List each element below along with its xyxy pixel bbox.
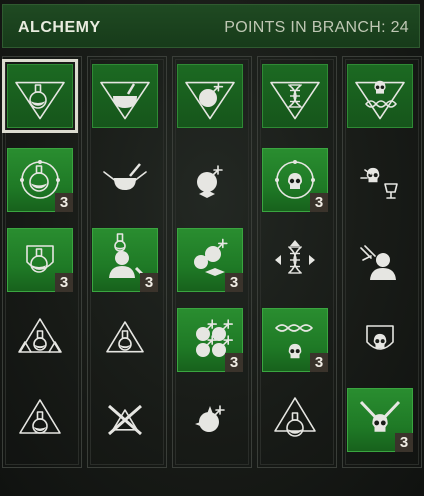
dna-arrows-icon	[275, 240, 315, 274]
bomb-icon	[185, 81, 235, 120]
alchemy-skill-panel: ALCHEMY POINTS IN BRANCH: 24 3 3 3 3 3 3 3 3	[0, 0, 424, 496]
bust-arrows-icon	[360, 245, 396, 280]
skill-level-badge: 3	[55, 193, 73, 212]
skill-tile-r3-c5[interactable]	[347, 308, 413, 372]
skill-tile-r1-c4[interactable]: 3	[262, 148, 328, 212]
skull-shield-icon	[366, 325, 394, 350]
skill-tile-r3-c2[interactable]	[92, 308, 158, 372]
flask-triangle-icon	[274, 397, 316, 437]
skill-tile-r4-c1[interactable]	[7, 388, 73, 452]
crossed-blades-icon	[108, 404, 142, 436]
skill-tile-r2-c3[interactable]: 3	[177, 228, 243, 292]
branch-header-tile-3[interactable]	[177, 64, 243, 128]
skill-level-badge: 3	[225, 273, 243, 292]
skill-tile-r3-c4[interactable]: 3	[262, 308, 328, 372]
dna-icon	[270, 81, 320, 120]
bomb-spark-icon	[197, 165, 223, 198]
bomb-star-icon	[195, 405, 225, 432]
skill-tile-r4-c2[interactable]	[92, 388, 158, 452]
branch-header-tile-4[interactable]	[262, 64, 328, 128]
skill-level-badge: 3	[310, 353, 328, 372]
potion-flask-icon	[15, 81, 65, 120]
skill-tile-r1-c3[interactable]	[177, 148, 243, 212]
skill-tile-r4-c5[interactable]: 3	[347, 388, 413, 452]
points-in-branch: POINTS IN BRANCH: 24	[224, 19, 409, 36]
mortar-pestle-icon	[103, 163, 147, 190]
skill-tile-r1-c5[interactable]	[347, 148, 413, 212]
skill-level-badge: 3	[225, 353, 243, 372]
skull-goblet-icon	[360, 167, 398, 199]
branch-header-tile-5[interactable]	[347, 64, 413, 128]
mortar-icon	[100, 81, 150, 120]
branch-header-tile-1[interactable]	[2, 59, 78, 133]
skill-level-badge: 3	[140, 273, 158, 292]
potion-triangle-small-icon	[106, 321, 144, 353]
skill-level-badge: 3	[395, 433, 413, 452]
skill-tile-r4-c3[interactable]	[177, 388, 243, 452]
skill-tile-r1-c1[interactable]: 3	[7, 148, 73, 212]
skill-tile-r3-c1[interactable]	[7, 308, 73, 372]
skill-tile-r4-c4[interactable]	[262, 388, 328, 452]
branch-title: ALCHEMY	[18, 19, 101, 36]
branch-header: ALCHEMY POINTS IN BRANCH: 24	[2, 4, 420, 48]
skill-tile-r2-c5[interactable]	[347, 228, 413, 292]
skill-tile-r2-c4[interactable]	[262, 228, 328, 292]
skull-dna-icon	[355, 80, 405, 120]
branch-header-tile-2[interactable]	[92, 64, 158, 128]
potion-drop-icon	[19, 399, 61, 434]
skill-tile-r3-c3[interactable]: 3	[177, 308, 243, 372]
skill-tile-r2-c2[interactable]: 3	[92, 228, 158, 292]
skill-tile-r1-c2[interactable]	[92, 148, 158, 212]
potion-triangle-icon	[18, 318, 62, 353]
skill-level-badge: 3	[310, 193, 328, 212]
skill-tile-r2-c1[interactable]: 3	[7, 228, 73, 292]
skill-level-badge: 3	[55, 273, 73, 292]
